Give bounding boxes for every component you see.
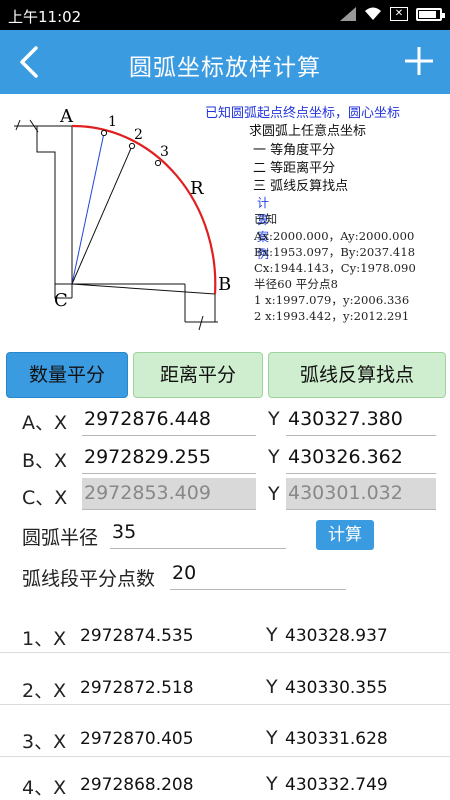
points-input[interactable]: 20 — [170, 558, 346, 590]
result-3-y: 430331.628 — [285, 729, 388, 749]
app-bar: 圆弧坐标放样计算 — [0, 30, 450, 94]
tab-arc-reverse[interactable]: 弧线反算找点 — [268, 352, 446, 398]
label-b: B — [218, 274, 231, 295]
point-a-x-input[interactable]: 2972876.448 — [82, 404, 256, 436]
point-b-y-label: Y — [268, 446, 280, 468]
divider — [0, 652, 450, 653]
example-line: Cx:1944.143，Cy:1978.090 — [254, 261, 416, 275]
result-3-label: 3、X — [22, 731, 67, 753]
calculate-button[interactable]: 计算 — [316, 520, 374, 550]
wifi-icon — [365, 7, 381, 20]
label-point-3: 3 — [160, 144, 169, 160]
point-a-y-label: Y — [268, 408, 280, 430]
result-1-y: 430328.937 — [285, 626, 388, 646]
example-line: Bx:1953.097，By:2037.418 — [254, 245, 416, 259]
mode-tabs: 数量平分 距离平分 弧线反算找点 — [6, 352, 446, 398]
method-2: 二 等距离平分 — [253, 161, 336, 176]
signal-icon — [340, 7, 356, 21]
label-point-2: 2 — [134, 127, 143, 143]
point-c-x-input: 2972853.409 — [82, 478, 256, 510]
result-2-label: 2、X — [22, 680, 67, 702]
status-bar: 上午11:02 ✕ — [0, 0, 450, 30]
tab-distance-divide[interactable]: 距离平分 — [133, 352, 263, 398]
point-b-y-input[interactable]: 430326.362 — [286, 442, 436, 474]
notification-icon: ✕ — [390, 7, 408, 21]
point-c-x-label: C、X — [22, 487, 68, 509]
point-b-x-label: B、X — [22, 450, 68, 472]
tab-quantity-divide[interactable]: 数量平分 — [6, 352, 128, 398]
label-a: A — [59, 106, 74, 127]
result-4-x: 2972868.208 — [80, 775, 194, 795]
example-line: 2 x:1993.442，y:2012.291 — [254, 309, 410, 323]
result-2-y-label: Y — [266, 676, 278, 698]
point-c-y-input: 430301.032 — [286, 478, 436, 510]
point-a-x-label: A、X — [22, 412, 68, 434]
point-b-x-input[interactable]: 2972829.255 — [82, 442, 256, 474]
example-line: 1 x:1997.079，y:2006.336 — [254, 293, 410, 307]
info-subtitle: 求圆弧上任意点坐标 — [249, 124, 367, 139]
result-2-y: 430330.355 — [285, 678, 388, 698]
result-4-y: 430332.749 — [285, 775, 388, 795]
label-point-1: 1 — [108, 114, 117, 130]
arc-illustration: A 1 2 3 R B C — [14, 106, 231, 331]
label-r: R — [190, 178, 204, 199]
point-c-y-label: Y — [268, 483, 280, 505]
status-time: 上午11:02 — [8, 8, 82, 26]
page-title: 圆弧坐标放样计算 — [129, 55, 321, 81]
divider — [0, 756, 450, 757]
result-3-y-label: Y — [266, 727, 278, 749]
result-1-label: 1、X — [22, 628, 67, 650]
result-1-y-label: Y — [266, 624, 278, 646]
result-4-label: 4、X — [22, 777, 67, 799]
example-line: 已知 — [254, 212, 278, 226]
label-c: C — [54, 290, 68, 311]
result-1-x: 2972874.535 — [80, 626, 194, 646]
info-title: 已知圆弧起点终点坐标，圆心坐标 — [205, 106, 401, 121]
example-line: 半径60 平分点8 — [254, 277, 339, 291]
method-3: 三 弧线反算找点 — [253, 179, 349, 194]
points-label: 弧线段平分点数 — [22, 568, 156, 590]
result-4-y-label: Y — [266, 773, 278, 795]
method-1: 一 等角度平分 — [253, 143, 336, 158]
battery-icon — [416, 7, 445, 21]
arc-diagram: A 1 2 3 R B C 已知圆弧起点终点坐标，圆心坐标 求圆弧上任意点坐标 … — [0, 94, 450, 348]
divider — [0, 704, 450, 705]
result-2-x: 2972872.518 — [80, 678, 194, 698]
radius-label: 圆弧半径 — [22, 527, 99, 549]
result-3-x: 2972870.405 — [80, 729, 194, 749]
point-a-y-input[interactable]: 430327.380 — [286, 404, 436, 436]
status-icons: ✕ — [340, 7, 445, 21]
radius-input[interactable]: 35 — [110, 517, 286, 549]
add-icon[interactable] — [402, 44, 436, 78]
example-line: Ax:2000.000，Ay:2000.000 — [254, 229, 415, 243]
